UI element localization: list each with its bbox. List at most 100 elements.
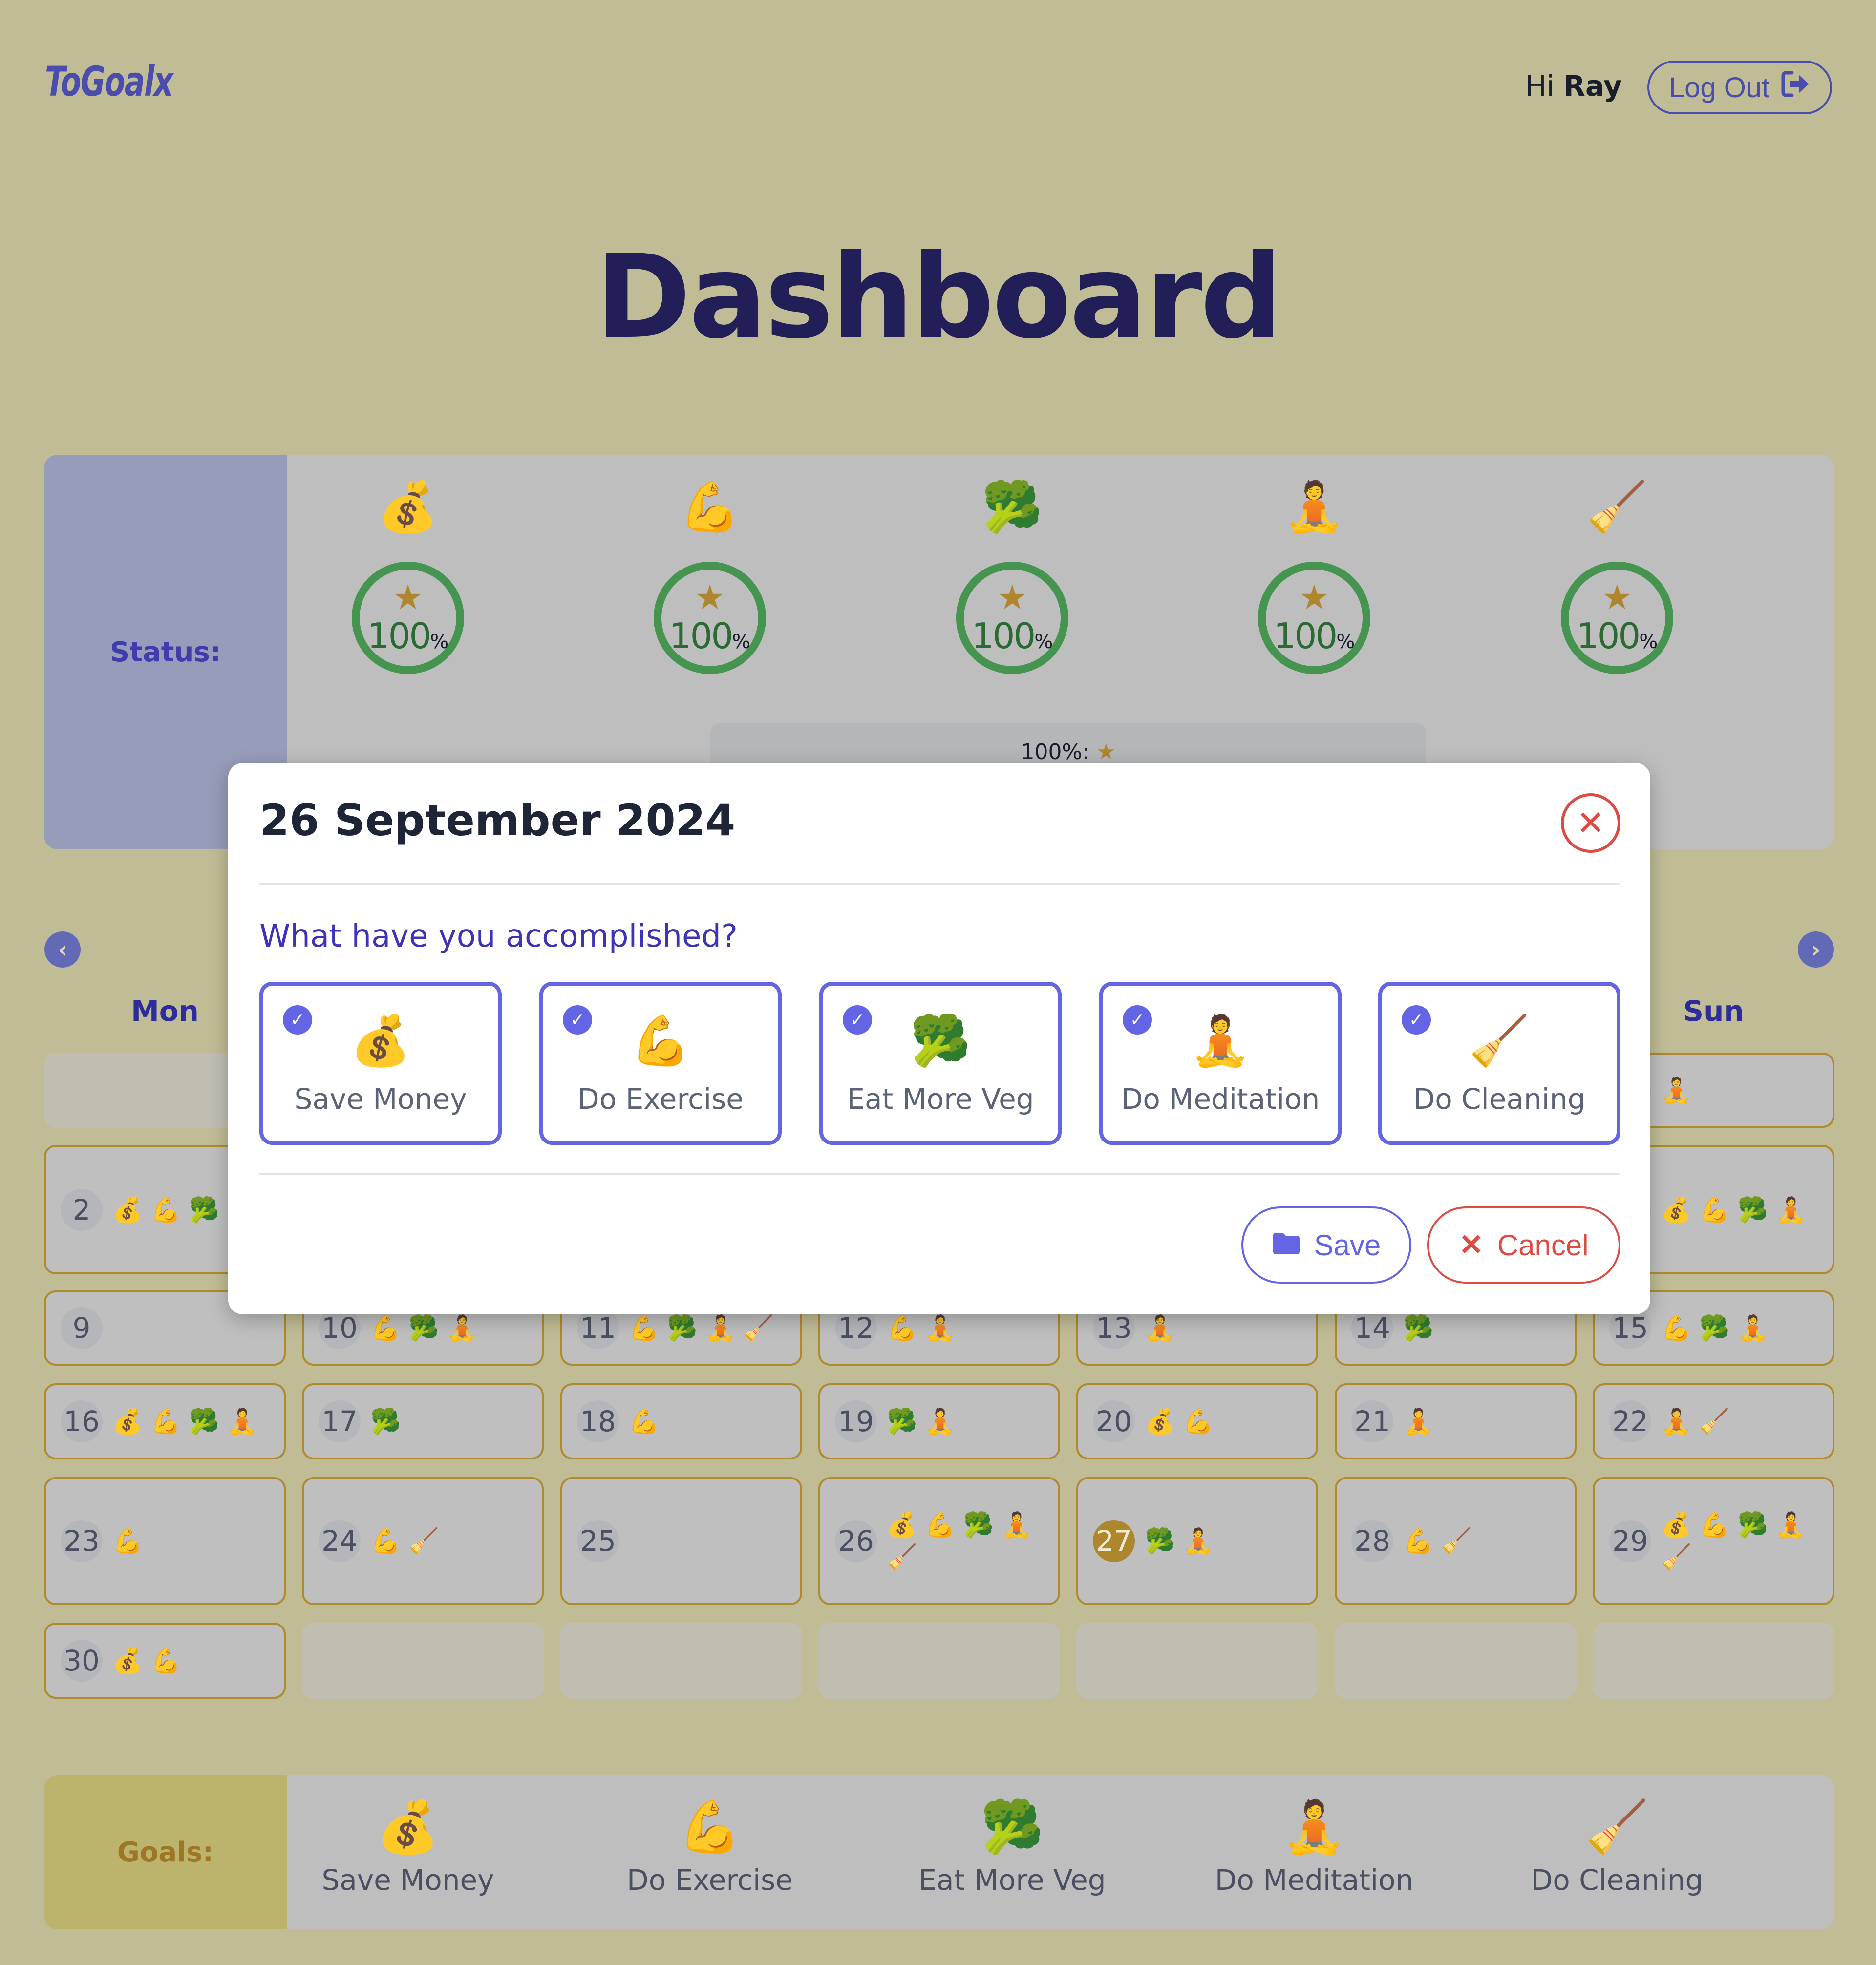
calendar-day-cell[interactable]: 29 💰 💪 🥦 🧘 🧹 — [1593, 1477, 1834, 1605]
goal-item[interactable]: 🧹 Do Cleaning — [1495, 1795, 1739, 1897]
goal-choice-card[interactable]: ✓ 💪 Do Exercise — [539, 982, 782, 1145]
goal-item[interactable]: 🧘 Do Meditation — [1192, 1795, 1436, 1897]
star-icon: ★ — [997, 577, 1028, 617]
day-goal-icons: 💪 — [112, 1526, 143, 1556]
calendar-empty-cell — [1335, 1623, 1577, 1699]
goal-label: Eat More Veg — [918, 1863, 1106, 1897]
greeting-prefix: Hi — [1525, 69, 1555, 103]
calendar-day-cell[interactable]: 28 💪 🧹 — [1335, 1477, 1577, 1605]
day-goal-icons: 💰 💪 🥦 🧘 — [1661, 1195, 1806, 1225]
overall-progress-text: 100%: ★ — [710, 740, 1426, 764]
app-logo[interactable]: ToGoalx — [45, 58, 173, 106]
goal-done-icon: 🥦 — [189, 1195, 219, 1224]
sign-out-icon — [1781, 71, 1811, 104]
goal-emoji-icon: 🥦 — [981, 1797, 1044, 1857]
percent-value: 100 — [1273, 615, 1338, 656]
day-goal-icons: 💪 — [629, 1406, 659, 1437]
day-goal-icons: 💰 💪 🥦 🧘 🧹 — [887, 1510, 1048, 1572]
modal-close-button[interactable]: ✕ — [1561, 793, 1620, 853]
day-number: 18 — [577, 1400, 619, 1442]
goal-done-icon: 💪 — [112, 1527, 143, 1555]
day-goal-icons: 💪 🧘 — [887, 1313, 956, 1343]
day-goal-icons: 🥦 — [370, 1406, 401, 1437]
percent-unit: % — [1639, 631, 1658, 653]
progress-ring: ★ 100% — [1561, 562, 1673, 674]
calendar-day-cell[interactable]: 25 — [560, 1477, 802, 1605]
goal-choice-card[interactable]: ✓ 🥦 Eat More Veg — [819, 982, 1062, 1145]
progress-ring: ★ 100% — [654, 562, 766, 674]
goal-done-icon: 🧘 — [925, 1407, 956, 1436]
calendar-day-cell[interactable]: 27 🥦 🧘 — [1076, 1477, 1318, 1605]
status-item: 💰 — [335, 475, 481, 539]
calendar-empty-cell — [818, 1623, 1060, 1699]
calendar-day-cell[interactable]: 26 💰 💪 🥦 🧘 🧹 — [818, 1477, 1060, 1605]
goal-done-icon: 🥦 — [1699, 1314, 1730, 1342]
day-goal-icons: 🥦 🧘 — [887, 1406, 956, 1437]
goal-done-icon: 🥦 — [1403, 1314, 1434, 1342]
goal-done-icon: 💰 — [1661, 1195, 1692, 1224]
day-goal-icons: 🧘 — [1403, 1406, 1433, 1437]
goal-done-icon: 💪 — [1699, 1511, 1730, 1539]
progress-percent: 100% — [360, 616, 456, 661]
day-number: 23 — [61, 1520, 103, 1562]
status-item: 💪 — [637, 475, 783, 539]
cancel-button[interactable]: ✕ Cancel — [1427, 1206, 1620, 1284]
goal-done-icon: 💰 — [887, 1511, 917, 1539]
day-number: 24 — [319, 1520, 361, 1562]
day-number: 19 — [835, 1400, 877, 1442]
calendar-day-cell[interactable]: 17 🥦 — [302, 1383, 544, 1459]
goal-emoji-icon: 💪 — [630, 1012, 691, 1069]
calendar-day-cell[interactable]: 20 💰 💪 — [1076, 1383, 1318, 1459]
goal-choice-card[interactable]: ✓ 🧘 Do Meditation — [1099, 982, 1342, 1145]
logout-button[interactable]: Log Out — [1647, 61, 1832, 114]
day-number: 30 — [61, 1640, 103, 1682]
goal-done-icon: 🧘 — [447, 1314, 477, 1342]
goal-done-icon: 🧘 — [1661, 1076, 1692, 1104]
goal-done-icon: 💪 — [1661, 1314, 1692, 1342]
day-goal-icons: 🧘 — [1145, 1313, 1175, 1343]
day-goal-icons: 💪 🥦 🧘 🧹 — [629, 1313, 774, 1343]
status-label: Status: — [109, 636, 221, 668]
goal-done-icon: 🧘 — [1001, 1511, 1032, 1539]
goal-choice-card[interactable]: ✓ 🧹 Do Cleaning — [1378, 982, 1620, 1145]
goal-emoji-icon: 💪 — [678, 1797, 742, 1857]
day-goal-icons: 💰 💪 🥦 🧘 🧹 — [1661, 1510, 1822, 1572]
goal-emoji-icon: 🧘 — [1282, 1797, 1346, 1857]
day-number: 20 — [1093, 1400, 1135, 1442]
goal-done-icon: 💪 — [629, 1407, 660, 1436]
progress-percent: 100% — [1266, 616, 1363, 661]
status-item: 🧹 — [1544, 475, 1690, 539]
goal-done-icon: 💪 — [629, 1314, 660, 1342]
calendar-day-cell[interactable]: 18 💪 — [560, 1383, 802, 1459]
goal-done-icon: 💪 — [887, 1314, 917, 1342]
day-number: 29 — [1609, 1520, 1651, 1562]
goal-choice-label: Do Cleaning — [1413, 1082, 1586, 1116]
goal-done-icon: 💪 — [1183, 1407, 1214, 1436]
calendar-day-cell[interactable]: 24 💪 🧹 — [302, 1477, 544, 1605]
calendar-day-cell[interactable]: 16 💰 💪 🥦 🧘 — [44, 1383, 286, 1459]
goal-choice-card[interactable]: ✓ 💰 Save Money — [259, 982, 502, 1145]
day-number: 21 — [1351, 1400, 1393, 1442]
save-button[interactable]: Save — [1241, 1206, 1411, 1284]
next-month-button[interactable]: › — [1798, 931, 1834, 968]
progress-percent: 100% — [964, 616, 1061, 661]
status-item: 🥦 — [939, 475, 1086, 539]
chevron-right-icon: › — [1811, 936, 1821, 963]
goal-done-icon: 🧘 — [1183, 1527, 1214, 1555]
calendar-day-cell[interactable]: 30 💰 💪 — [44, 1623, 286, 1699]
goal-item[interactable]: 💰 Save Money — [286, 1795, 530, 1897]
modal-header-divider — [259, 883, 1620, 885]
calendar-day-cell[interactable]: 22 🧘 🧹 — [1593, 1383, 1834, 1459]
calendar-day-cell[interactable]: 23 💪 — [44, 1477, 286, 1605]
day-goal-icons: 💪 🧹 — [1403, 1526, 1472, 1556]
goal-item[interactable]: 🥦 Eat More Veg — [890, 1795, 1134, 1897]
goal-done-icon: 💪 — [1699, 1195, 1730, 1224]
x-icon: ✕ — [1459, 1228, 1484, 1261]
day-number: 17 — [319, 1400, 361, 1442]
percent-value: 100 — [367, 615, 431, 656]
prev-month-button[interactable]: ‹ — [44, 931, 81, 968]
goal-item[interactable]: 💪 Do Exercise — [588, 1795, 832, 1897]
calendar-day-cell[interactable]: 21 🧘 — [1335, 1383, 1577, 1459]
calendar-day-cell[interactable]: 19 🥦 🧘 — [818, 1383, 1060, 1459]
day-goal-icons: 🥦 🧘 — [1145, 1526, 1214, 1556]
